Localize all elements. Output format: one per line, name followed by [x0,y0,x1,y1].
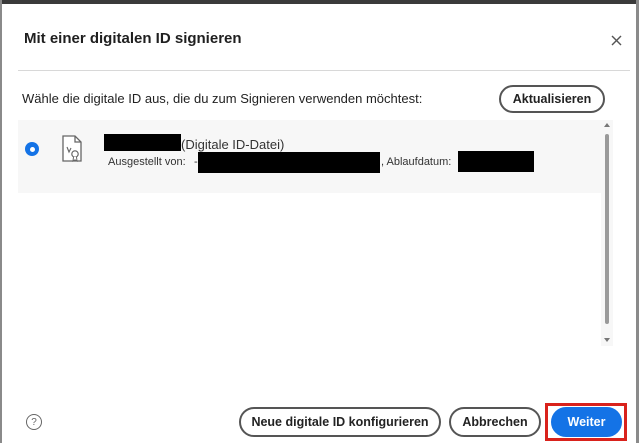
redacted-issuer [198,152,380,173]
select-id-prompt: Wähle die digitale ID aus, die du zum Si… [22,91,423,106]
title-divider [18,70,630,71]
help-button[interactable]: ? [26,414,42,430]
window-frame-top [0,0,639,4]
redacted-id-name [104,134,181,151]
window-frame-left [0,0,2,443]
issuer-label: Ausgestellt von: [108,156,186,168]
radio-selected-dot [29,146,35,152]
scroll-down-arrow-icon[interactable] [604,338,610,342]
list-empty-area [18,193,601,346]
list-scrollbar[interactable] [601,120,613,346]
cancel-button[interactable]: Abbrechen [449,407,541,437]
next-button-highlight [545,403,627,441]
scroll-up-arrow-icon[interactable] [604,123,610,127]
digital-id-type: (Digitale ID-Datei) [181,137,285,152]
configure-new-id-button[interactable]: Neue digitale ID konfigurieren [239,407,441,437]
digital-id-item[interactable]: (Digitale ID-Datei) Ausgestellt von: - ,… [18,120,601,193]
refresh-button[interactable]: Aktualisieren [499,85,605,113]
redacted-expiry-date [458,151,534,172]
dialog-title: Mit einer digitalen ID signieren [24,30,242,47]
close-button[interactable] [604,28,628,52]
expiry-label: , Ablaufdatum: [381,156,452,168]
close-icon [611,35,621,45]
digital-id-radio[interactable] [25,142,39,156]
scroll-thumb[interactable] [605,134,609,324]
digital-id-list: (Digitale ID-Datei) Ausgestellt von: - ,… [18,120,613,346]
certificate-file-icon [62,135,82,162]
question-icon: ? [31,416,37,428]
